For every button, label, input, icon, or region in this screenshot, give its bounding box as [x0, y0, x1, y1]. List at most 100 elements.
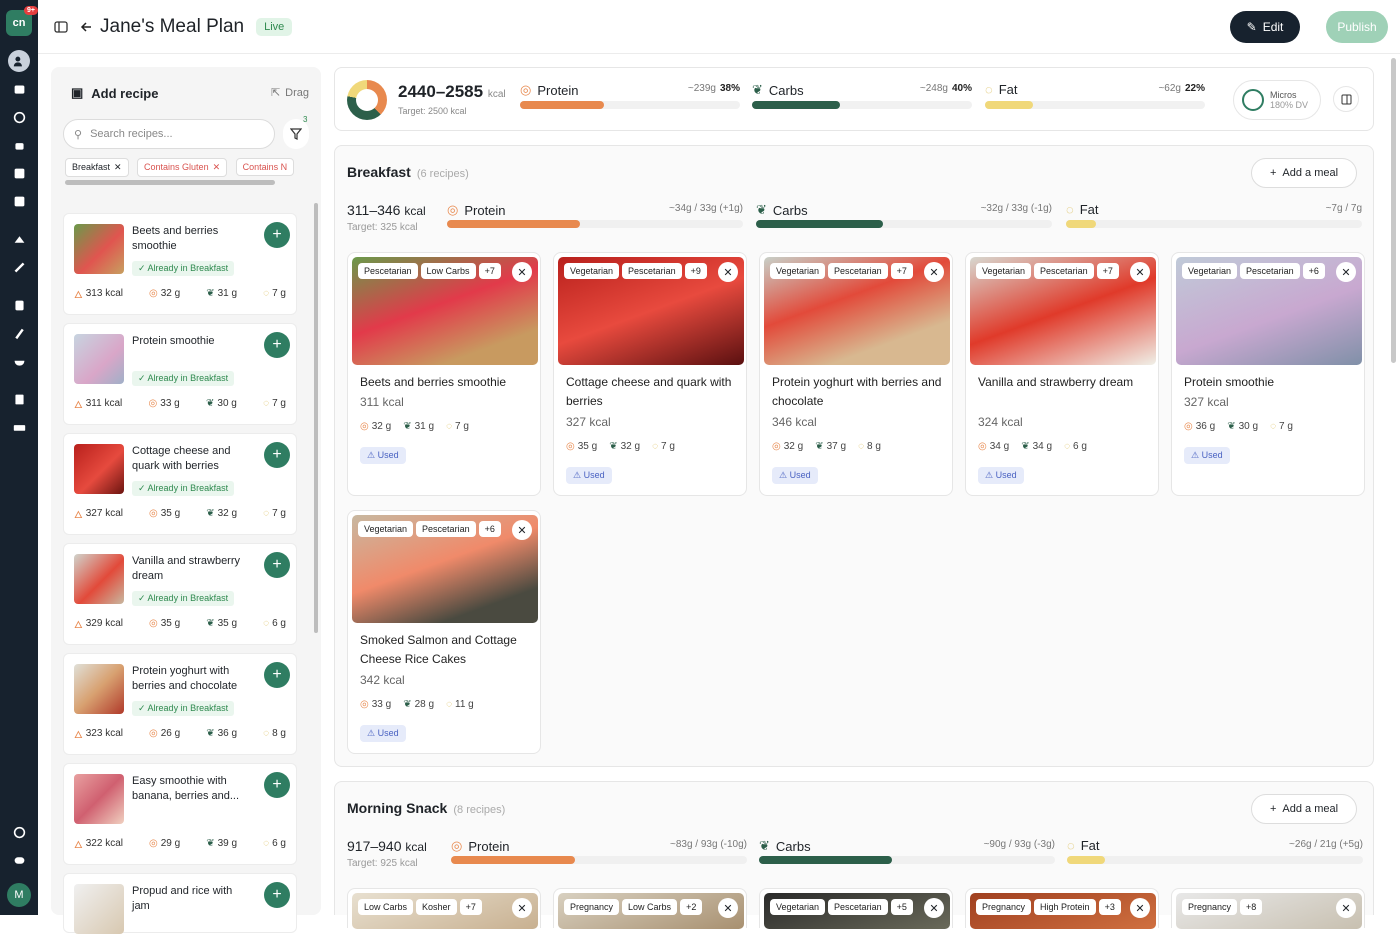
meal-card[interactable]: Pregnancy +8 ✕ — [1171, 888, 1365, 929]
fat-icon: ◌ — [858, 441, 865, 452]
remove-meal-button[interactable]: ✕ — [1130, 898, 1150, 918]
book-nav-icon[interactable] — [8, 294, 30, 316]
meal-tag: +7 — [890, 263, 913, 279]
search-input[interactable]: ⚲ Search recipes... — [63, 119, 275, 149]
meal-card[interactable]: Vegetarian Pescetarian +6 ✕ Protein smoothie… — [1171, 252, 1365, 496]
remove-meal-button[interactable]: ✕ — [1336, 262, 1356, 282]
meal-card[interactable]: Vegetarian Pescetarian +9 ✕ Cottage cheese a… — [553, 252, 747, 496]
carbs-label: Carbs — [775, 838, 811, 854]
meal-tag: +3 — [1098, 899, 1121, 915]
bowl-nav-icon[interactable] — [8, 350, 30, 372]
back-arrow-icon[interactable] — [80, 21, 92, 33]
recipe-card[interactable]: Beets and berries smoothie ✓ Already in B… — [63, 213, 297, 315]
recipe-card[interactable]: Easy smoothie with banana, berries and..… — [63, 763, 297, 865]
inbox-nav-icon[interactable] — [8, 78, 30, 100]
main-scrollbar[interactable] — [1391, 58, 1396, 363]
add-recipe-button[interactable]: + — [264, 772, 290, 798]
chips-scrollbar[interactable] — [65, 180, 275, 185]
utensils-nav-icon[interactable] — [8, 322, 30, 344]
bot-nav-icon[interactable] — [8, 134, 30, 156]
gallery-nav-icon[interactable] — [8, 162, 30, 184]
recipe-card[interactable]: Vanilla and strawberry dream ✓ Already in… — [63, 543, 297, 645]
protein-icon: ◎ — [149, 618, 158, 629]
meal-card[interactable]: Vegetarian Pescetarian +7 ✕ Protein yoghurt … — [759, 252, 953, 496]
remove-meal-button[interactable]: ✕ — [718, 262, 738, 282]
add-recipe-button[interactable]: + — [264, 332, 290, 358]
add-meal-button[interactable]: + Add a meal — [1251, 158, 1357, 188]
close-icon[interactable]: ✕ — [114, 162, 122, 173]
meal-card[interactable]: Vegetarian Pescetarian +6 ✕ Smoked Salmon an… — [347, 510, 541, 754]
chart-nav-icon[interactable] — [8, 190, 30, 212]
meal-kcal: 324 kcal — [978, 415, 1023, 429]
meal-tags: Low Carbs Kosher +7 — [358, 899, 482, 915]
meal-card[interactable]: Vegetarian Pescetarian +7 ✕ Vanilla and stra… — [965, 252, 1159, 496]
recipe-macros: 🜂 323 kcal ◎ 26 g ❦ 36 g ◌ 8 g — [74, 723, 286, 744]
remove-meal-button[interactable]: ✕ — [512, 520, 532, 540]
macro-value: 32 g — [217, 508, 238, 519]
drag-toggle[interactable]: ⇱ Drag — [271, 86, 309, 100]
remove-meal-button[interactable]: ✕ — [512, 262, 532, 282]
remove-meal-button[interactable]: ✕ — [1336, 898, 1356, 918]
sidebar-toggle-icon[interactable] — [54, 20, 68, 34]
remove-meal-button[interactable]: ✕ — [718, 898, 738, 918]
already-added-badge: ✓ Already in Breakfast — [132, 591, 235, 606]
remove-meal-button[interactable]: ✕ — [512, 898, 532, 918]
add-meal-button[interactable]: + Add a meal — [1251, 794, 1357, 824]
fat-icon: ◌ — [1064, 441, 1071, 452]
remove-meal-button[interactable]: ✕ — [1130, 262, 1150, 282]
carbs-amount: ~248g — [919, 83, 948, 94]
recipe-card[interactable]: Propud and rice with jam + — [63, 873, 297, 934]
remove-meal-button[interactable]: ✕ — [924, 262, 944, 282]
protein-value: ~83g / 93g (-10g) — [670, 839, 747, 850]
workout-nav-icon[interactable] — [8, 228, 30, 250]
chip-contains-n[interactable]: Contains N — [235, 158, 295, 176]
meal-card[interactable]: Pregnancy Low Carbs +2 ✕ — [553, 888, 747, 929]
recipe-card[interactable]: Cottage cheese and quark with berries ✓ A… — [63, 433, 297, 535]
add-recipe-button[interactable]: + — [264, 552, 290, 578]
chip-breakfast[interactable]: Breakfast ✕ — [65, 157, 129, 177]
breakfast-protein: ◎ Protein ~34g / 33g (+1g) — [447, 202, 743, 228]
meal-card[interactable]: Vegetarian Pescetarian +5 ✕ — [759, 888, 953, 929]
publish-button[interactable]: Publish — [1326, 11, 1388, 43]
recipe-name: Vanilla and strawberry dream — [132, 555, 241, 582]
document-nav-icon[interactable] — [8, 388, 30, 410]
target-nav-icon[interactable] — [8, 106, 30, 128]
add-recipe-button[interactable]: + — [264, 662, 290, 688]
meal-card[interactable]: Low Carbs Kosher +7 ✕ — [347, 888, 541, 929]
fat-icon: ◌ — [1067, 838, 1075, 853]
daily-summary: 2440–2585 kcal Target: 2500 kcal ◎ Protei… — [334, 67, 1374, 131]
breakfast-fat: ◌ Fat ~7g / 7g — [1066, 202, 1362, 228]
sidebar-scrollbar[interactable] — [314, 203, 318, 633]
carbs-icon: ❦ — [815, 441, 824, 452]
meal-card[interactable]: Pescetarian Low Carbs +7 ✕ Beets and berries… — [347, 252, 541, 496]
app-logo[interactable]: cn 9+ — [6, 6, 38, 36]
used-label: Used — [1201, 450, 1223, 460]
avatar[interactable]: M — [7, 883, 31, 907]
toggle-nav-icon[interactable] — [8, 849, 30, 871]
macro-item: 🜂 313 kcal — [74, 283, 123, 304]
close-icon[interactable]: ✕ — [213, 162, 221, 173]
already-added-badge: ✓ Already in Breakfast — [132, 481, 235, 496]
support-nav-icon[interactable] — [8, 821, 30, 843]
edit-button[interactable]: ✎ Edit — [1230, 11, 1300, 43]
add-recipe-button[interactable]: + — [264, 882, 290, 908]
remove-meal-button[interactable]: ✕ — [924, 898, 944, 918]
recipe-card[interactable]: Protein smoothie ✓ Already in Breakfast + 🜂… — [63, 323, 297, 425]
add-recipe-button[interactable]: + — [264, 442, 290, 468]
add-recipe-button[interactable]: + — [264, 222, 290, 248]
protein-icon: ◎ — [360, 699, 369, 710]
warning-icon: ⚠ — [985, 470, 996, 480]
fat-label: Fat — [998, 82, 1018, 97]
clients-nav-icon[interactable] — [8, 50, 30, 72]
meal-card[interactable]: Pregnancy High Protein +3 ✕ — [965, 888, 1159, 929]
micros-button[interactable]: Micros 180% DV — [1233, 80, 1321, 120]
chip-contains-gluten[interactable]: Contains Gluten ✕ — [137, 157, 228, 177]
panel-toggle-button[interactable] — [1333, 86, 1359, 112]
used-badge: ⚠ Used — [1184, 447, 1230, 464]
truck-nav-icon[interactable] — [8, 416, 30, 438]
dumbbell-nav-icon[interactable] — [8, 256, 30, 278]
snack-kcal: 917–940 kcal — [347, 838, 427, 854]
macro-item: ◌ 11 g — [446, 699, 474, 710]
recipe-card[interactable]: Protein yoghurt with berries and chocola… — [63, 653, 297, 755]
daily-kcal-unit: kcal — [487, 89, 506, 100]
